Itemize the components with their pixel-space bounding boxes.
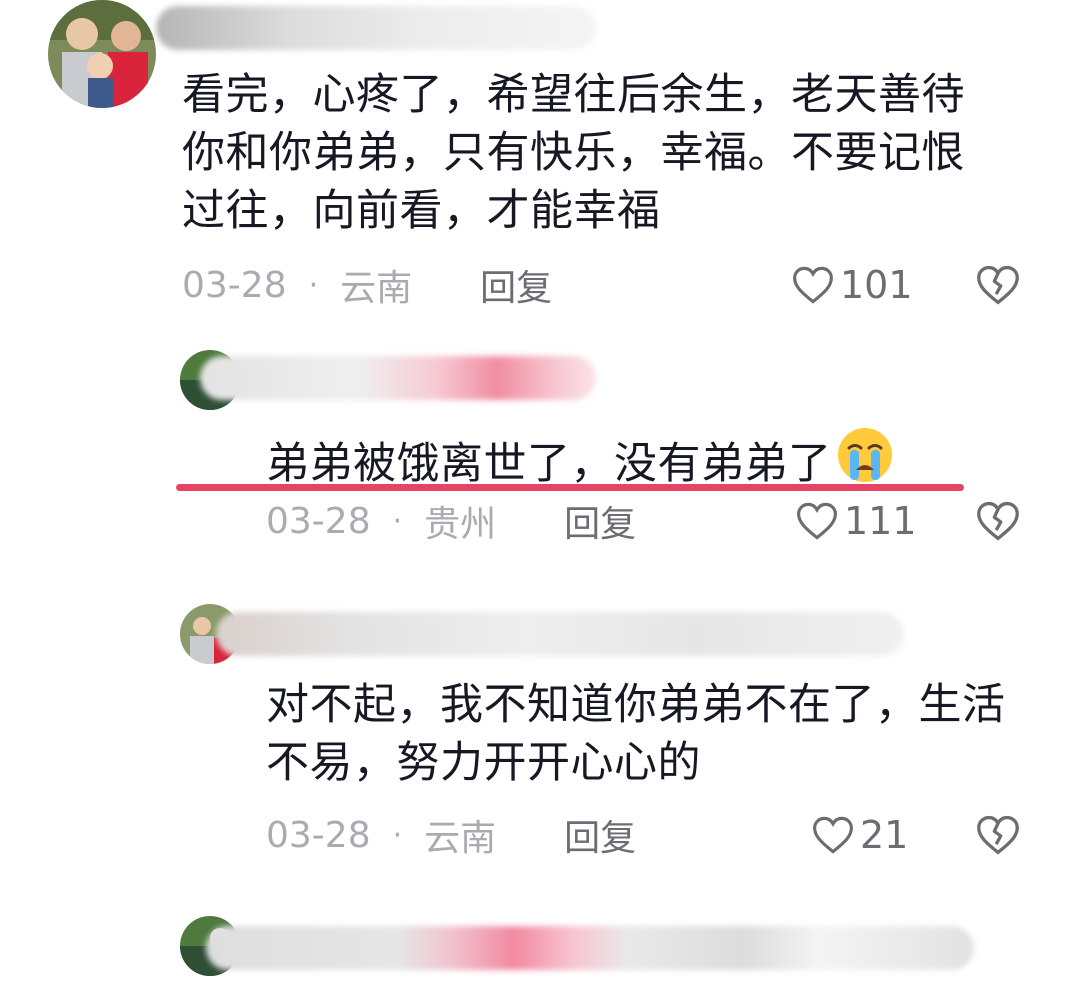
comment-date: 03-28 xyxy=(266,500,371,542)
broken-heart-icon[interactable] xyxy=(976,499,1020,543)
like-count: 101 xyxy=(840,263,913,307)
avatar[interactable] xyxy=(48,0,156,108)
meta-separator: · xyxy=(392,817,403,853)
like-count: 111 xyxy=(844,499,917,543)
comment-date: 03-28 xyxy=(182,264,287,306)
comment-meta: 03-28 · 云南 回复 xyxy=(266,810,636,860)
reply-button[interactable]: 回复 xyxy=(564,809,636,861)
like-count: 21 xyxy=(860,813,909,857)
reply-button[interactable]: 回复 xyxy=(480,259,552,311)
username-redacted[interactable] xyxy=(216,612,904,656)
comment-date: 03-28 xyxy=(266,814,371,856)
like-button[interactable]: 101 xyxy=(792,260,913,310)
heart-outline-icon xyxy=(793,266,833,304)
comment-location: 云南 xyxy=(424,818,497,859)
username-redacted[interactable] xyxy=(200,356,596,400)
comment-text: 看完，心疼了，希望往后余生，老天善待 你和你弟弟，只有快乐，幸福。不要记恨 过往… xyxy=(182,70,965,236)
username-redacted[interactable] xyxy=(206,926,974,970)
comment-location: 贵州 xyxy=(424,504,497,545)
comment-meta: 03-28 · 贵州 回复 xyxy=(266,496,636,546)
comment-2: 弟弟被饿离世了，没有弟弟了 03-28 · 贵州 回复 111 xyxy=(0,340,1080,570)
comment-location: 云南 xyxy=(340,268,413,309)
comment-3: 对不起，我不知道你弟弟不在了，生活 不易，努力开开心心的 03-28 · 云南 … xyxy=(0,596,1080,886)
like-button[interactable]: 21 xyxy=(812,810,908,860)
meta-separator: · xyxy=(308,267,319,303)
comment-4 xyxy=(0,906,1080,986)
meta-separator: · xyxy=(392,503,403,539)
username-redacted[interactable] xyxy=(156,6,596,50)
comment-text: 对不起，我不知道你弟弟不在了，生活 不易，努力开开心心的 xyxy=(266,680,1006,788)
comment-meta: 03-28 · 云南 回复 xyxy=(182,260,552,310)
broken-heart-icon[interactable] xyxy=(976,813,1020,857)
heart-outline-icon xyxy=(797,502,837,540)
heart-outline-icon xyxy=(813,816,853,854)
reply-button[interactable]: 回复 xyxy=(564,495,636,547)
like-button[interactable]: 111 xyxy=(796,496,917,546)
highlight-underline xyxy=(176,484,964,491)
broken-heart-icon[interactable] xyxy=(976,263,1020,307)
comment-1: 看完，心疼了，希望往后余生，老天善待 你和你弟弟，只有快乐，幸福。不要记恨 过往… xyxy=(0,0,1080,320)
